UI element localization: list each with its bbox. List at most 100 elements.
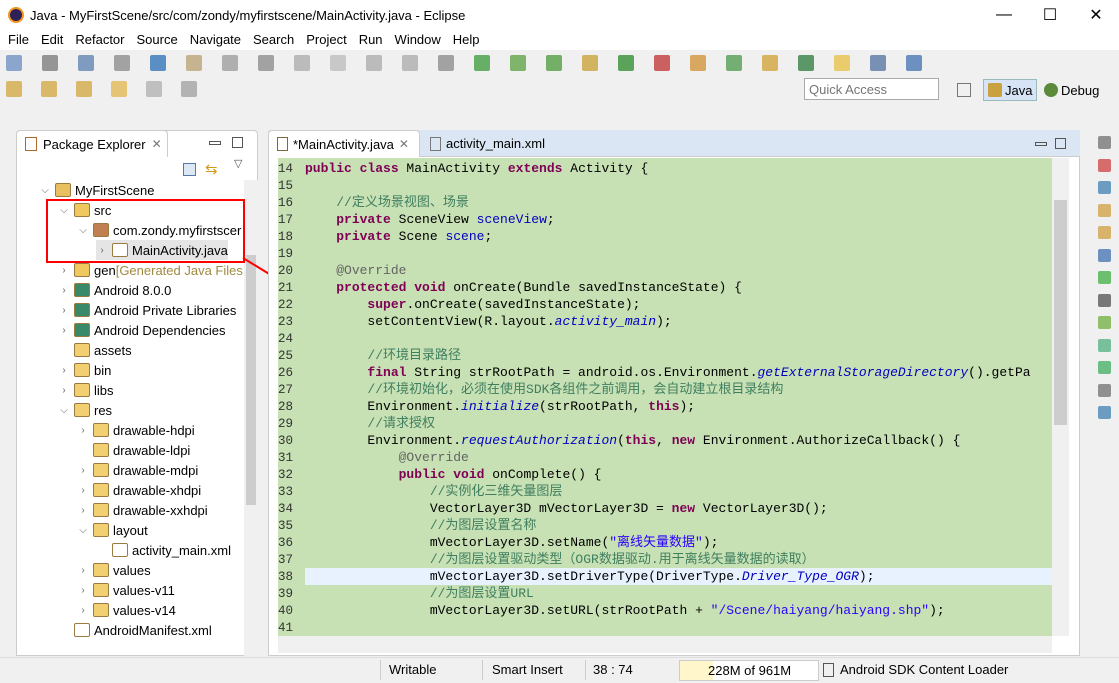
- hierarchy-view-icon[interactable]: [1098, 338, 1111, 352]
- tree-item[interactable]: activity_main.xml: [96, 540, 231, 560]
- chevron-right-icon[interactable]: ›: [58, 305, 70, 316]
- menu-source[interactable]: Source: [131, 30, 184, 50]
- check-icon[interactable]: [546, 55, 562, 71]
- back-icon[interactable]: [111, 81, 127, 97]
- chevron-right-icon[interactable]: ›: [77, 505, 89, 516]
- tree-item[interactable]: › values: [77, 560, 150, 580]
- menu-file[interactable]: File: [2, 30, 35, 50]
- open-perspective-icon[interactable]: [957, 83, 971, 97]
- console-view-icon[interactable]: [1098, 248, 1111, 262]
- tree-item[interactable]: ⌵ MyFirstScene: [39, 180, 154, 200]
- restore-2-view-icon[interactable]: [1098, 383, 1111, 397]
- code-line[interactable]: 19: [278, 245, 1052, 262]
- prev-annotation-icon[interactable]: [41, 81, 57, 97]
- tree-item[interactable]: › drawable-xxhdpi: [77, 500, 207, 520]
- chevron-right-icon[interactable]: ›: [77, 565, 89, 576]
- new-icon[interactable]: [6, 55, 22, 71]
- code-line[interactable]: 40 mVectorLayer3D.setURL(strRootPath + "…: [278, 602, 1052, 619]
- chevron-right-icon[interactable]: ›: [58, 325, 70, 336]
- forward-icon[interactable]: [146, 81, 162, 97]
- editor-horizontal-scrollbar[interactable]: [278, 636, 1052, 653]
- debug-tool-icon[interactable]: [150, 55, 166, 71]
- menu-refactor[interactable]: Refactor: [69, 30, 130, 50]
- close-button[interactable]: ✕: [1073, 0, 1119, 30]
- minimize-view-button[interactable]: [209, 141, 221, 145]
- maximize-view-button[interactable]: [232, 137, 243, 148]
- menu-edit[interactable]: Edit: [35, 30, 69, 50]
- step-icon[interactable]: [366, 55, 382, 71]
- run-tool-icon[interactable]: [222, 55, 238, 71]
- tree-item[interactable]: › values-v14: [77, 600, 176, 620]
- chevron-right-icon[interactable]: ›: [77, 465, 89, 476]
- lint-icon[interactable]: [582, 55, 598, 71]
- chevron-down-icon[interactable]: ⌵: [58, 405, 70, 416]
- code-line[interactable]: 17 private SceneView sceneView;: [278, 211, 1052, 228]
- mark-icon[interactable]: [870, 55, 886, 71]
- tree-item[interactable]: › drawable-mdpi: [77, 460, 198, 480]
- declaration-view-icon[interactable]: [1098, 203, 1111, 217]
- menu-window[interactable]: Window: [389, 30, 447, 50]
- tree-item[interactable]: drawable-ldpi: [77, 440, 190, 460]
- link-icon[interactable]: [258, 55, 274, 71]
- external-icon[interactable]: [690, 55, 706, 71]
- menu-navigate[interactable]: Navigate: [184, 30, 247, 50]
- javadoc-view-icon[interactable]: [1098, 181, 1111, 194]
- trash-icon[interactable]: [823, 663, 834, 677]
- code-line[interactable]: 36 mVectorLayer3D.setName("离线矢量数据");: [278, 534, 1052, 551]
- tree-item[interactable]: › bin: [58, 360, 111, 380]
- link-with-editor-icon[interactable]: ⇆: [205, 160, 218, 178]
- code-line[interactable]: 22 super.onCreate(savedInstanceState);: [278, 296, 1052, 313]
- package-icon[interactable]: [762, 55, 778, 71]
- code-line[interactable]: 41: [278, 619, 1052, 636]
- logcat-view-icon[interactable]: [1098, 271, 1111, 284]
- pin-icon[interactable]: [181, 81, 197, 97]
- maximize-button[interactable]: ☐: [1027, 0, 1073, 30]
- tree-item[interactable]: › Android Private Libraries: [58, 300, 236, 320]
- tree-item[interactable]: › drawable-hdpi: [77, 420, 194, 440]
- ant-icon[interactable]: [798, 55, 814, 71]
- code-line[interactable]: 20 @Override: [278, 262, 1052, 279]
- scrollbar-thumb[interactable]: [1054, 200, 1067, 425]
- chevron-right-icon[interactable]: ›: [77, 425, 89, 436]
- perspective-java[interactable]: Java: [983, 79, 1038, 101]
- code-line[interactable]: 15: [278, 177, 1052, 194]
- bug-icon[interactable]: [618, 55, 634, 71]
- problems-view-icon[interactable]: [1098, 158, 1111, 172]
- code-line[interactable]: 34 VectorLayer3D mVectorLayer3D = new Ve…: [278, 500, 1052, 517]
- build-icon[interactable]: [186, 55, 202, 71]
- print-icon[interactable]: [114, 55, 130, 71]
- code-line[interactable]: 37 //为图层设置驱动类型（OGR数据驱动.用于离线矢量数据的读取）: [278, 551, 1052, 568]
- whitespace-icon[interactable]: [906, 55, 922, 71]
- heap-status[interactable]: 228M of 961M: [679, 660, 819, 681]
- chevron-right-icon[interactable]: ›: [77, 605, 89, 616]
- code-line[interactable]: 16 //定义场景视图、场景: [278, 194, 1052, 211]
- code-line[interactable]: 18 private Scene scene;: [278, 228, 1052, 245]
- devices-view-icon[interactable]: [1098, 293, 1111, 307]
- tree-item[interactable]: › drawable-xhdpi: [77, 480, 201, 500]
- code-line[interactable]: 31 @Override: [278, 449, 1052, 466]
- view-menu-icon[interactable]: ▽: [234, 157, 242, 170]
- code-line[interactable]: 33 //实例化三维矢量图层: [278, 483, 1052, 500]
- perspective-debug[interactable]: Debug: [1044, 79, 1099, 101]
- last-edit-icon[interactable]: [76, 81, 92, 97]
- tree-item[interactable]: › values-v11: [77, 580, 175, 600]
- stop-icon[interactable]: [402, 55, 418, 71]
- menu-search[interactable]: Search: [247, 30, 300, 50]
- minimize-editor-button[interactable]: [1035, 142, 1047, 146]
- tree-item[interactable]: › gen [Generated Java Files: [58, 260, 243, 280]
- tree-item[interactable]: › Android 8.0.0: [58, 280, 171, 300]
- terminal-icon[interactable]: [438, 55, 454, 71]
- tree-item[interactable]: › Android Dependencies: [58, 320, 225, 340]
- code-line[interactable]: 24: [278, 330, 1052, 347]
- avd-icon[interactable]: [510, 55, 526, 71]
- next-icon[interactable]: [294, 55, 310, 71]
- android-sdk-icon[interactable]: [474, 55, 490, 71]
- code-line[interactable]: 23 setContentView(R.layout.activity_main…: [278, 313, 1052, 330]
- save-icon[interactable]: [42, 55, 58, 71]
- tree-item[interactable]: assets: [58, 340, 132, 360]
- code-line[interactable]: 32 public void onComplete() {: [278, 466, 1052, 483]
- chevron-right-icon[interactable]: ›: [58, 365, 70, 376]
- tree-item[interactable]: ⌵ layout: [77, 520, 148, 540]
- minimize-button[interactable]: —: [981, 0, 1027, 30]
- code-line[interactable]: 14 public class MainActivity extends Acti…: [278, 160, 1052, 177]
